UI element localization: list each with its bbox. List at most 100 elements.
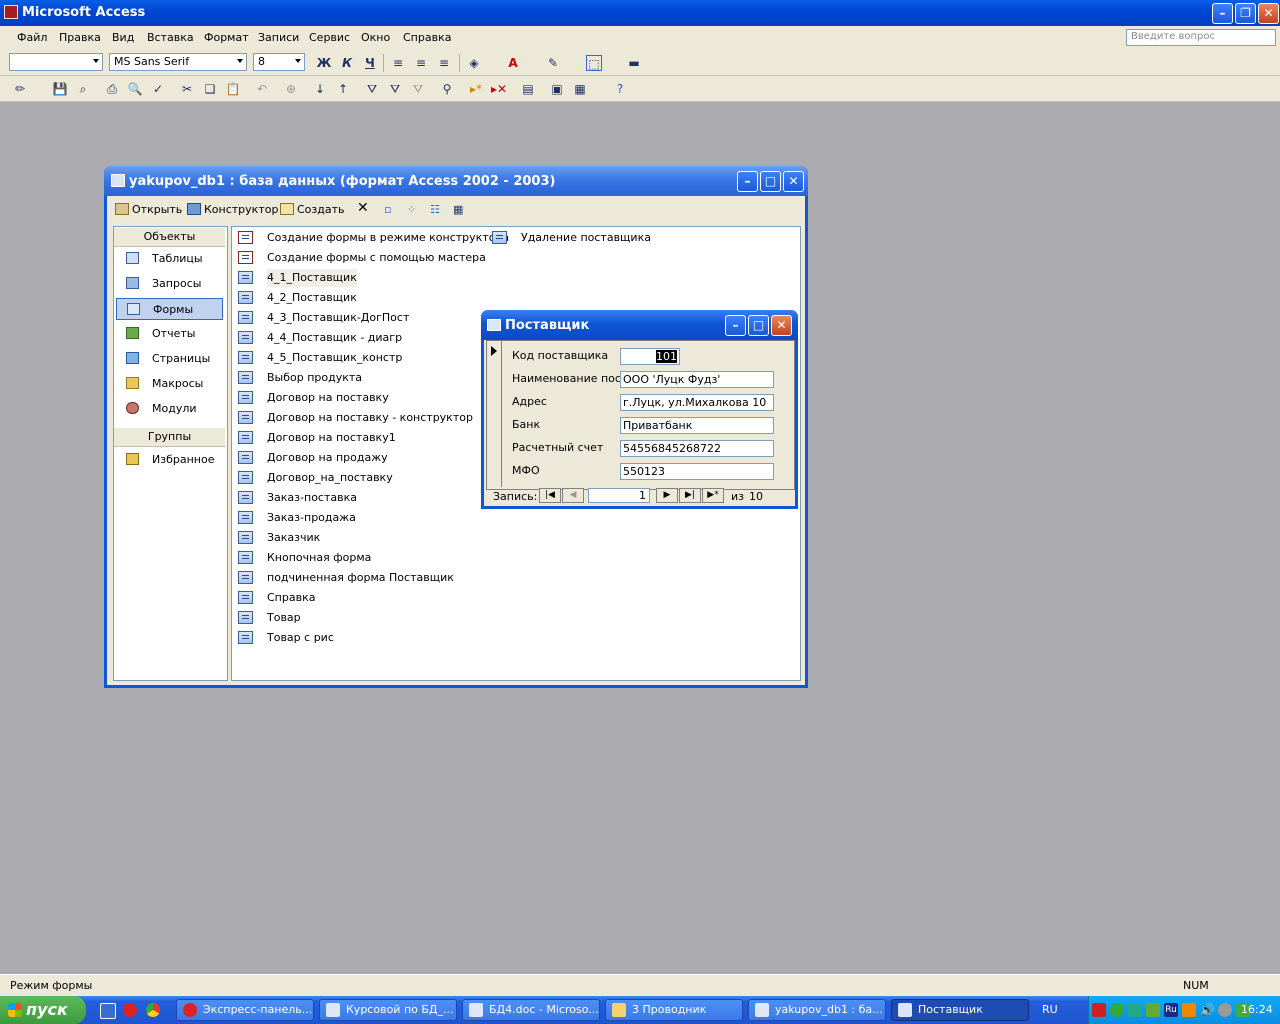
menu-format[interactable]: Формат xyxy=(204,31,249,44)
menu-view[interactable]: Вид xyxy=(112,31,134,44)
bank-field[interactable]: Приватбанк xyxy=(620,417,774,434)
object-tables[interactable]: Таблицы xyxy=(116,248,223,270)
save-icon[interactable]: 💾 xyxy=(52,81,68,97)
record-number-input[interactable]: 1 xyxy=(588,488,650,503)
hyperlink-icon[interactable]: ⊕ xyxy=(283,81,299,97)
search-file-icon[interactable]: ⌕ xyxy=(75,81,91,97)
record-selector[interactable] xyxy=(487,341,502,487)
mfo-field[interactable]: 550123 xyxy=(620,463,774,480)
supplier-code-field[interactable]: 101 xyxy=(620,348,680,365)
object-macros[interactable]: Макросы xyxy=(116,373,223,395)
pause-icon[interactable] xyxy=(1182,1003,1196,1017)
object-pages[interactable]: Страницы xyxy=(116,348,223,370)
delete-record-icon[interactable]: ▸✕ xyxy=(491,81,507,97)
create-button[interactable]: Создать xyxy=(280,203,345,216)
language-indicator[interactable]: RU xyxy=(1042,1003,1058,1016)
object-combo[interactable] xyxy=(9,53,103,71)
new-record-button[interactable]: ▶* xyxy=(702,488,724,503)
task-explorer[interactable]: 3 Проводник xyxy=(605,999,743,1021)
groups-header[interactable]: Группы xyxy=(114,427,225,447)
font-name-combo[interactable]: MS Sans Serif xyxy=(109,53,247,71)
print-preview-icon[interactable]: 🔍 xyxy=(127,81,143,97)
task-express-panel[interactable]: Экспресс-панель... xyxy=(176,999,314,1021)
large-icons-icon[interactable]: ▫ xyxy=(384,203,391,216)
small-icons-icon[interactable]: ⁘ xyxy=(407,203,416,216)
next-record-button[interactable]: ▶ xyxy=(656,488,678,503)
database-window-icon[interactable]: ▣ xyxy=(549,81,565,97)
keyboard-layout-icon[interactable]: Ru xyxy=(1164,1003,1178,1017)
db-minimize-button[interactable]: – xyxy=(737,171,758,192)
ask-question-input[interactable]: Введите вопрос xyxy=(1126,29,1276,46)
help-icon[interactable]: ? xyxy=(612,81,628,97)
db-maximize-button[interactable]: □ xyxy=(760,171,781,192)
db-window-title-bar[interactable]: yakupov_db1 : база данных (формат Access… xyxy=(104,166,808,196)
menu-tools[interactable]: Сервис xyxy=(309,31,350,44)
font-size-combo[interactable]: 8 xyxy=(253,53,305,71)
design-button[interactable]: Конструктор xyxy=(187,203,278,216)
close-button[interactable]: ✕ xyxy=(1258,3,1279,24)
open-button[interactable]: Открыть xyxy=(115,203,182,216)
cut-icon[interactable]: ✂ xyxy=(179,81,195,97)
supplier-name-field[interactable]: ООО 'Луцк Фудз' xyxy=(620,371,774,388)
object-modules[interactable]: Модули xyxy=(116,398,223,420)
menu-file[interactable]: Файл xyxy=(17,31,47,44)
update-icon[interactable] xyxy=(1146,1003,1160,1017)
menu-insert[interactable]: Вставка xyxy=(147,31,194,44)
settings-icon[interactable] xyxy=(1218,1003,1232,1017)
menu-window[interactable]: Окно xyxy=(361,31,390,44)
list-view-icon[interactable]: ☷ xyxy=(430,203,440,216)
font-color-icon[interactable]: A xyxy=(505,55,521,71)
find-icon[interactable]: ⚲ xyxy=(439,81,455,97)
view-icon[interactable]: ✏ xyxy=(12,81,28,97)
group-favorites[interactable]: Избранное xyxy=(116,449,223,471)
start-button[interactable]: пуск xyxy=(0,996,86,1024)
underline-button[interactable]: Ч xyxy=(362,55,378,71)
menu-records[interactable]: Записи xyxy=(258,31,299,44)
copy-icon[interactable]: ❏ xyxy=(202,81,218,97)
filter-form-icon[interactable]: ⛛ xyxy=(387,81,403,97)
form-close-button[interactable]: ✕ xyxy=(771,315,792,336)
restore-button[interactable]: ❐ xyxy=(1235,3,1256,24)
menu-edit[interactable]: Правка xyxy=(59,31,101,44)
line-width-icon[interactable]: ▬ xyxy=(626,55,642,71)
torrent-icon[interactable] xyxy=(1110,1003,1124,1017)
task-coursework[interactable]: Курсовой по БД_... xyxy=(319,999,457,1021)
form-maximize-button[interactable]: □ xyxy=(748,315,769,336)
object-forms[interactable]: Формы xyxy=(116,298,223,320)
volume-icon[interactable]: 🔊 xyxy=(1200,1003,1215,1017)
chrome-icon[interactable] xyxy=(146,1003,160,1017)
last-record-button[interactable]: ▶| xyxy=(679,488,701,503)
account-field[interactable]: 54556845268722 xyxy=(620,440,774,457)
filter-selection-icon[interactable]: ⛛ xyxy=(364,81,380,97)
fill-color-icon[interactable]: ◈ xyxy=(466,55,482,71)
print-icon[interactable]: ⎙ xyxy=(104,81,120,97)
spelling-icon[interactable]: ✓ xyxy=(150,81,166,97)
sort-asc-icon[interactable]: ↓ xyxy=(312,81,328,97)
border-icon[interactable]: ⬚ xyxy=(586,55,602,71)
clock[interactable]: 16:24 xyxy=(1241,1003,1273,1016)
properties-icon[interactable]: ▤ xyxy=(520,81,536,97)
apply-filter-icon[interactable]: ⛛ xyxy=(410,81,426,97)
task-supplier-form[interactable]: Поставщик xyxy=(891,999,1029,1021)
antivirus-icon[interactable] xyxy=(1092,1003,1106,1017)
details-view-icon[interactable]: ▦ xyxy=(453,203,463,216)
show-desktop-icon[interactable] xyxy=(100,1003,116,1019)
form-minimize-button[interactable]: – xyxy=(725,315,746,336)
opera-icon[interactable] xyxy=(123,1003,137,1017)
delete-icon[interactable]: ✕ xyxy=(357,200,369,216)
align-left-icon[interactable]: ≡ xyxy=(390,55,406,71)
new-record-icon[interactable]: ▸* xyxy=(468,81,484,97)
prev-record-button[interactable]: ◀ xyxy=(562,488,584,503)
address-field[interactable]: г.Луцк, ул.Михалкова 10 xyxy=(620,394,774,411)
sort-desc-icon[interactable]: ↑ xyxy=(335,81,351,97)
task-database[interactable]: yakupov_db1 : ба... xyxy=(748,999,886,1021)
minimize-button[interactable]: – xyxy=(1212,3,1233,24)
italic-button[interactable]: К xyxy=(339,55,355,71)
new-object-icon[interactable]: ▦ xyxy=(572,81,588,97)
object-reports[interactable]: Отчеты xyxy=(116,323,223,345)
undo-icon[interactable]: ↶ xyxy=(254,81,270,97)
menu-help[interactable]: Справка xyxy=(403,31,451,44)
task-bd4-doc[interactable]: БД4.doc - Microso... xyxy=(462,999,600,1021)
object-queries[interactable]: Запросы xyxy=(116,273,223,295)
align-right-icon[interactable]: ≡ xyxy=(436,55,452,71)
